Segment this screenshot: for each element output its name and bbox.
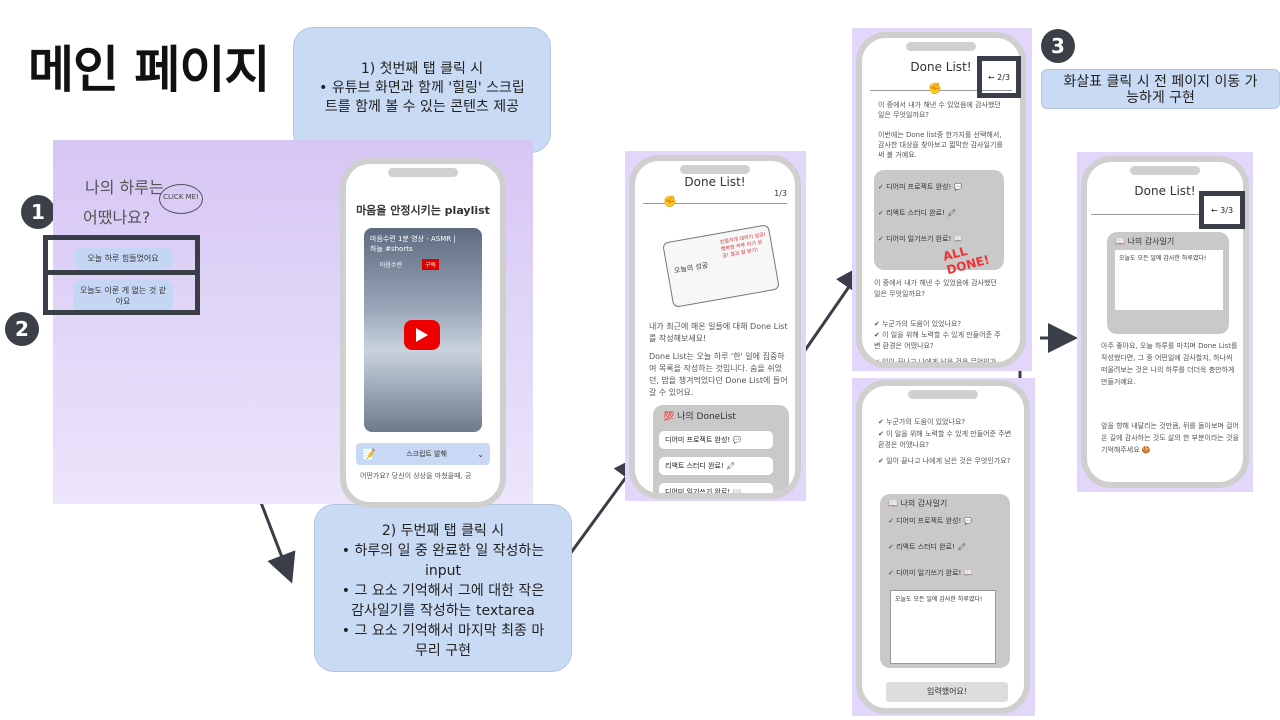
phone-notch [908, 390, 978, 399]
main-panel: 나의 하루는 어땠나요? CLICK ME! 오늘 하루 힘들었어요 오늘도 이… [53, 140, 533, 508]
channel-name: 마음수련 [380, 262, 403, 269]
progress-hand-icon: ✊ [663, 195, 677, 208]
step-indicator: 1/3 [774, 189, 787, 198]
done2-item-2[interactable]: ✓ 리액트 스터디 완료! 🖍 [878, 208, 956, 218]
chevron-down-icon: ⌄ [477, 449, 484, 459]
card-title-text: 나의 DoneList [677, 412, 736, 422]
done3-item-2[interactable]: ✓ 리액트 스터디 완료! 🖍 [888, 542, 966, 552]
question-line1: 나의 하루는 [85, 178, 164, 197]
highlight-box-2 [43, 270, 200, 315]
progress-hand-icon: ✊ [928, 82, 942, 95]
subscribe-button[interactable]: 구독 [422, 259, 440, 270]
callout-second-tab: 2) 두번째 탭 클릭 시 • 하루의 일 중 완료한 일 작성하는 input… [314, 504, 572, 672]
back-step-label[interactable]: ← 3/3 [1211, 206, 1233, 215]
done3-check-2: ✔ 이 일을 위해 노력할 수 있게 만들어준 주변 환경은 어땠나요? [878, 430, 1012, 449]
callout-line: input [424, 563, 461, 579]
donelist-input-1[interactable]: 디어미 프로젝트 완성! 💬 [659, 431, 773, 449]
step-badge-1: 1 [21, 195, 55, 229]
done3-check-1: ✔ 누군가의 도움이 있었나요? [878, 418, 966, 426]
done2-list-card: ✓ 디어미 프로젝트 완성! 💬 ✓ 리액트 스터디 완료! 🖍 ✓ 디어미 일… [874, 170, 1004, 277]
phone-notch [1130, 166, 1200, 175]
done3-item-3[interactable]: ✓ 디어미 일기쓰기 완료! 📖 [888, 568, 972, 578]
callout-line: • 하루의 일 중 완료한 일 작성하는 [341, 543, 545, 559]
script-icon: 📝 [362, 447, 376, 461]
step-badge-2: 2 [5, 312, 39, 346]
book-illustration: 오늘의 성공 친절하게 대하기 성공! 행복한 하루 되기 성공! 결과 잘 받… [662, 224, 780, 308]
script-button-label: 스크립트 발췌 [406, 450, 447, 458]
done2-check-3: ✔ 일이 끝나고 나에게 남은 것은 무엇인가요? [874, 358, 997, 366]
done-phone3-bg: ✔ 누군가의 도움이 있었나요? ✔ 이 일을 위해 노력할 수 있게 만들어준… [852, 378, 1035, 716]
back-arrow-highlight-2[interactable]: ← 2/3 [977, 56, 1021, 98]
donelist-input-3[interactable]: 디어미 일기쓰기 완료! 📖 [659, 483, 773, 493]
callout-line: 능하게 구현 [1126, 90, 1195, 106]
phone-notch [906, 42, 976, 51]
playlist-footer-text: 어떤가요? 당신이 상상을 마쳤을때, 긍 [360, 472, 472, 480]
callout-line: 무리 구현 [415, 643, 471, 659]
callout-line: 2) 두번째 탭 클릭 시 [381, 523, 505, 539]
closing-paragraph-1: 아주 좋아요, 오늘 하루를 마치며 Done List를 작성했다면, 그 중… [1101, 342, 1238, 386]
callout-line: 감사일기를 작성하는 textarea [351, 603, 535, 619]
question-line2: 어땠나요? [83, 208, 151, 227]
back-arrow-highlight-4[interactable]: ← 3/3 [1199, 191, 1245, 229]
callout-arrow-back: 화살표 클릭 시 전 페이지 이동 가 능하게 구현 [1041, 69, 1280, 109]
callout-line: • 그 요소 기억해서 마지막 최종 마 [341, 623, 545, 639]
gratitude-card: 📖 나의 감사일기 ✓ 디어미 프로젝트 완성! 💬 ✓ 리액트 스터디 완료!… [880, 494, 1010, 668]
done-phone3: ✔ 누군가의 도움이 있었나요? ✔ 이 일을 위해 노력할 수 있게 만들어준… [856, 380, 1030, 714]
callout-line: 트를 함께 볼 수 있는 콘텐츠 제공 [324, 99, 520, 115]
book-right-text: 친절하게 대하기 성공! 행복한 하루 되기 성공! 결과 잘 받기! [719, 231, 767, 260]
done2-question-1: 이 중에서 내가 해낸 수 있었음에 감사했던 일은 무엇일까요? [878, 101, 1001, 119]
done-title: Done List! [684, 175, 746, 189]
done2-check-2: ✔ 이 일을 위해 노력할 수 있게 만들어준 주변 환경은 어땠나요? [874, 331, 1001, 350]
diary-text: 오늘도 모든 일에 감사한 하루였다! [1115, 250, 1223, 310]
phone-notch [388, 168, 458, 177]
callout-line: • 유튜브 화면과 함께 '힐링' 스크립 [319, 80, 525, 96]
playlist-phone: 마음을 안정시키는 playlist 마음수련 1분 영상 - ASMR | 하… [340, 158, 506, 508]
done2-question-3: 이 중에서 내가 해낸 수 있었음에 감사했던 일은 무엇일까요? [874, 279, 997, 298]
step-badge-3: 3 [1041, 29, 1075, 63]
done2-item-1[interactable]: ✓ 디어미 프로젝트 완성! 💬 [878, 182, 962, 192]
gratitude-card-title: 📖 나의 감사일기 [1115, 237, 1175, 246]
submit-button[interactable]: 입력했어요! [886, 682, 1008, 702]
video-player[interactable]: 마음수련 1분 영상 - ASMR | 하늘 #shorts 마음수련 구독 [364, 228, 482, 432]
book-left-text: 오늘의 성공 [673, 261, 709, 276]
done-intro-2: Done List는 오늘 하루 '한' 일에 집중하여 목록을 작성하는 것입… [649, 352, 788, 397]
hundred-icon: 💯 [663, 412, 675, 422]
page-title: 메인 페이지 [28, 41, 270, 99]
back-step-label[interactable]: ← 2/3 [988, 73, 1010, 82]
done-phone1-bg: Done List! 1/3 ✊ 오늘의 성공 친절하게 대하기 성공! 행복한… [625, 151, 806, 501]
done2-check-1: ✔ 누군가의 도움이 있었나요? [874, 320, 962, 328]
highlight-box-1 [43, 235, 200, 275]
script-dropdown[interactable]: 📝 스크립트 발췌 ⌄ [356, 443, 490, 465]
done-intro-1: 내가 최근에 해온 일들에 대해 Done List를 작성해보세요! [649, 322, 788, 343]
phone-notch [680, 165, 750, 174]
video-title: 마음수련 1분 영상 - ASMR | 하늘 #shorts [370, 235, 456, 253]
click-me-bubble: CLICK ME! [159, 184, 203, 214]
donelist-card: 💯 나의 DoneList 디어미 프로젝트 완성! 💬 리액트 스터디 완료!… [653, 405, 789, 493]
play-icon[interactable] [404, 320, 440, 350]
done2-item-3[interactable]: ✓ 디어미 일기쓰기 완료! 📖 [878, 234, 962, 244]
callout-first-tab: 1) 첫번째 탭 클릭 시 • 유튜브 화면과 함께 '힐링' 스크립 트를 함… [293, 27, 551, 153]
callout-line: 1) 첫번째 탭 클릭 시 [360, 61, 484, 77]
closing-paragraph-2: 앞을 향해 내달리는 것만큼, 뒤를 돌아보며 걸어온 길에 감사하는 것도 삶… [1101, 422, 1239, 454]
donelist-input-2[interactable]: 리액트 스터디 완료! 🖍 [659, 457, 773, 475]
gratitude-textarea[interactable]: 오늘도 모든 일에 감사한 하루였다! [890, 590, 996, 664]
gratitude-card-title: 📖 나의 감사일기 [888, 499, 948, 508]
done-phone1: Done List! 1/3 ✊ 오늘의 성공 친절하게 대하기 성공! 행복한… [629, 155, 801, 499]
done3-check-3: ✔ 일이 끝나고 나에게 남은 것은 무엇인가요? [878, 457, 1011, 465]
done3-item-1[interactable]: ✓ 디어미 프로젝트 완성! 💬 [888, 516, 972, 526]
callout-line: • 그 요소 기억해서 그에 대한 작은 [341, 583, 545, 599]
playlist-title: 마음을 안정시키는 playlist [356, 204, 490, 217]
callout-line: 화살표 클릭 시 전 페이지 이동 가 [1063, 74, 1258, 90]
donelist-card-title: 💯 나의 DoneList [663, 409, 736, 422]
gratitude-card: 📖 나의 감사일기 오늘도 모든 일에 감사한 하루였다! [1107, 232, 1229, 334]
done2-question-2: 이번에는 Done list중 한가지를 선택해서, 감사한 대상을 찾아보고 … [878, 131, 1003, 159]
